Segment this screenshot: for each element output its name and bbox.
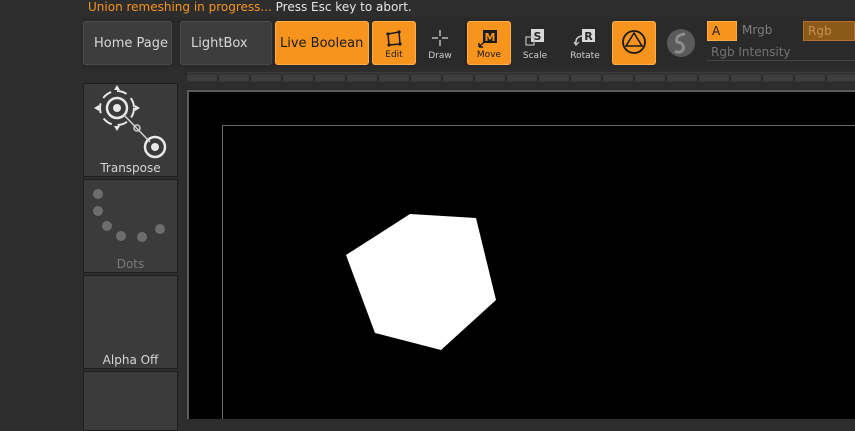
move-label: Move <box>476 50 502 60</box>
transpose-slot[interactable]: Transpose <box>83 83 178 177</box>
svg-text:M: M <box>485 31 496 44</box>
svg-text:R: R <box>584 30 593 43</box>
mrgb-toggle[interactable]: Mrgb <box>742 23 772 37</box>
transpose-icon <box>94 85 167 159</box>
left-tray: Transpose Dots Alpha Off <box>83 83 179 431</box>
top-ruler <box>187 72 855 82</box>
dots-label: Dots <box>116 257 145 271</box>
gizmo-button[interactable] <box>612 21 656 65</box>
rotate-tool-button[interactable]: R Rotate <box>563 21 607 65</box>
texture-slot[interactable] <box>83 371 178 431</box>
gizmo-icon <box>613 30 655 54</box>
a-toggle[interactable]: A <box>707 21 737 41</box>
scale-tool-button[interactable]: S Scale <box>513 21 557 65</box>
rotate-icon: R <box>563 27 607 49</box>
rgb-intensity-slider[interactable]: Rgb Intensity <box>707 45 855 61</box>
toolbar-divider <box>465 23 466 63</box>
home-page-button[interactable]: Home Page <box>83 21 172 65</box>
top-toolbar: Home Page LightBox Live Boolean Edit Dra… <box>83 17 855 68</box>
lightbox-button[interactable]: LightBox <box>180 21 272 65</box>
viewport-model <box>346 214 496 350</box>
svg-text:S: S <box>534 30 542 43</box>
transpose-label: Transpose <box>100 161 161 175</box>
live-boolean-button[interactable]: Live Boolean <box>275 21 369 65</box>
polygon-mesh <box>346 214 496 350</box>
rgb-toggle[interactable]: Rgb <box>803 21 855 41</box>
edit-tool-button[interactable]: Edit <box>372 21 416 65</box>
dots-stroke-icon <box>93 189 165 242</box>
edit-label: Edit <box>385 50 403 60</box>
draw-tool-button[interactable]: Draw <box>418 21 462 65</box>
status-message: Press Esc key to abort. <box>271 0 412 14</box>
move-tool-button[interactable]: M Move <box>467 21 511 65</box>
scale-icon: S <box>513 27 557 49</box>
canvas-viewport[interactable] <box>187 90 855 419</box>
move-icon: M <box>468 28 510 50</box>
draw-icon <box>418 27 462 49</box>
scale-label: Scale <box>522 51 548 61</box>
material-sphere-icon[interactable] <box>666 28 696 58</box>
dots-stroke-slot[interactable]: Dots <box>83 179 178 273</box>
status-line: Union remeshing in progress... Press Esc… <box>88 0 412 16</box>
draw-label: Draw <box>428 51 452 61</box>
status-warning: Union remeshing in progress... <box>88 0 272 14</box>
alpha-off-label: Alpha Off <box>102 353 159 367</box>
alpha-slot[interactable]: Alpha Off <box>83 275 178 369</box>
edit-icon <box>373 28 415 50</box>
rotate-label: Rotate <box>570 51 600 61</box>
